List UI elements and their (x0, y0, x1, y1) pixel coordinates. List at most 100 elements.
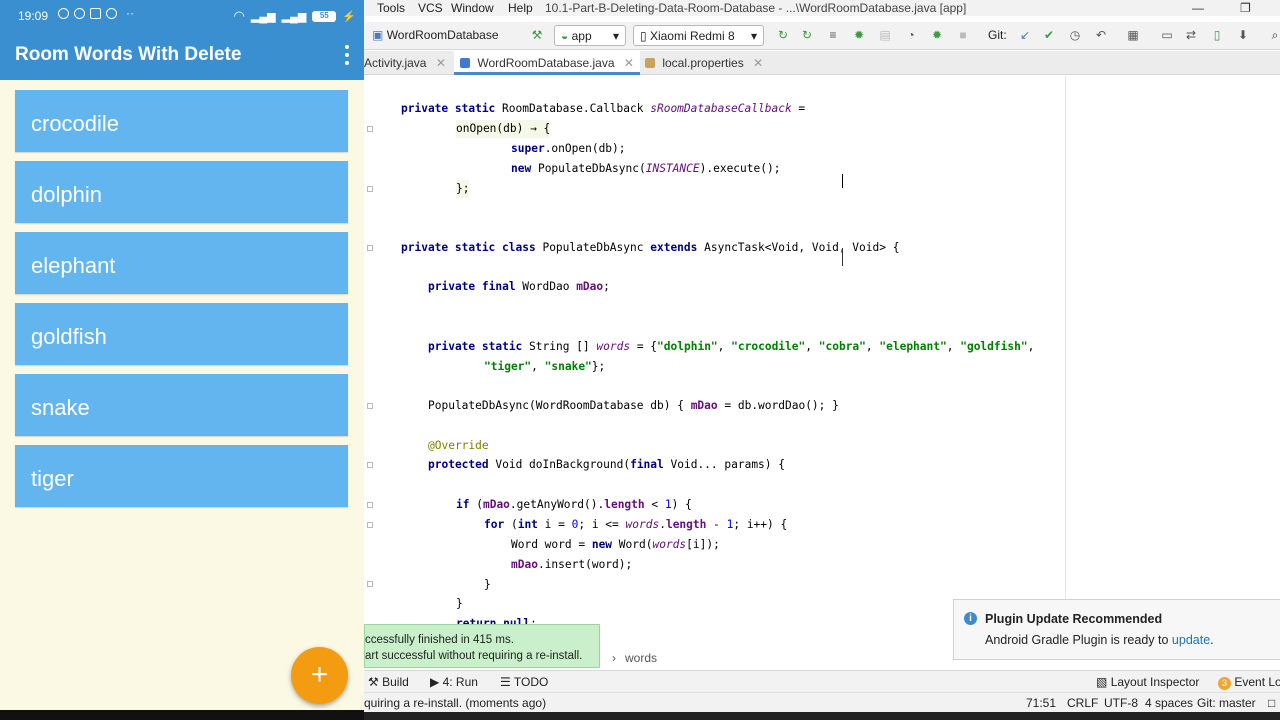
run-tool-button[interactable]: ▶ 4: Run (430, 675, 478, 689)
list-icon: ☰ (500, 675, 511, 689)
device-file-explorer-icon[interactable]: ▭ (1160, 28, 1174, 42)
apply-changes-restart-icon[interactable]: ↻ (776, 28, 790, 42)
caret-position[interactable]: 71:51 (1026, 696, 1056, 710)
word-list-item[interactable]: goldfish (15, 303, 348, 365)
fold-marker-icon[interactable] (367, 245, 373, 251)
menu-tools[interactable]: Tools (377, 1, 405, 15)
word-list-item[interactable]: tiger (15, 445, 348, 507)
run-config-select[interactable]: ◒ app ▾ (554, 25, 626, 46)
hammer-build-icon[interactable]: ⚒ (530, 28, 544, 42)
device-select[interactable]: ▯ Xiaomi Redmi 8 ▾ (633, 25, 764, 46)
profile-icon[interactable]: ◔ (904, 28, 918, 42)
word-list-item[interactable]: snake (15, 374, 348, 436)
tab-local-properties[interactable]: local.properties ✕ (639, 51, 769, 75)
add-word-fab[interactable]: + (291, 647, 348, 704)
editor-breadcrumb: › words (600, 648, 953, 668)
git-rollback-icon[interactable]: ↶ (1094, 28, 1108, 42)
sync-gradle-icon[interactable]: ⇄ (1184, 28, 1198, 42)
overflow-menu-icon[interactable] (344, 45, 350, 65)
menu-bar: Tools VCS Window Help 10.1-Part-B-Deleti… (364, 0, 1280, 16)
fold-marker-icon[interactable] (367, 403, 373, 409)
git-commit-icon[interactable]: ✔ (1042, 28, 1056, 42)
plugin-update-title: Plugin Update Recommended (985, 612, 1163, 626)
sync-notification-icon (106, 8, 117, 19)
right-margin-guide (1065, 76, 1066, 646)
debug-icon[interactable]: ✹ (852, 28, 866, 42)
fold-marker-icon[interactable] (367, 502, 373, 508)
run-popup-line: ccessfully finished in 415 ms. (365, 634, 514, 646)
line-separator[interactable]: CRLF (1067, 696, 1098, 710)
git-update-icon[interactable]: ↙ (1018, 28, 1032, 42)
more-notifications-indicator: ·· (126, 6, 134, 20)
stop-icon[interactable]: ■ (956, 28, 970, 42)
word-list-item[interactable]: dolphin (15, 161, 348, 223)
folder-icon: ▣ (372, 28, 384, 42)
fold-marker-icon[interactable] (367, 581, 373, 587)
code-editor[interactable]: private static RoomDatabase.Callback sRo… (364, 76, 1280, 646)
search-icon[interactable]: ⌕ (1268, 28, 1280, 42)
close-icon[interactable]: ✕ (436, 56, 446, 70)
phone-icon: ▯ (640, 29, 647, 43)
code-line: mDao.insert(word); (511, 558, 633, 571)
avd-manager-icon[interactable]: ▯ (1210, 28, 1224, 42)
code-line: Word word = new Word(words[i]); (511, 538, 720, 551)
toolbar-breadcrumb[interactable]: ▣ WordRoomDatabase (372, 28, 499, 42)
git-branch[interactable]: Git: master (1197, 696, 1256, 710)
git-history-icon[interactable]: ◷ (1068, 28, 1082, 42)
taskbar-strip (364, 712, 1280, 720)
tab-label: WordRoomDatabase.java (477, 56, 615, 70)
fold-marker-icon[interactable] (367, 126, 373, 132)
build-tool-button[interactable]: ⚒ Build (368, 675, 409, 689)
window-title: 10.1-Part-B-Deleting-Data-Room-Database … (545, 1, 967, 15)
event-log-badge: 3 (1218, 677, 1231, 690)
attach-debugger-icon[interactable]: ▤ (878, 28, 892, 42)
code-line: protected Void doInBackground(final Void… (428, 458, 786, 471)
wifi-icon: ◠ (233, 8, 245, 23)
attach-process-icon[interactable]: ✹ (930, 28, 944, 42)
code-line: } (456, 597, 463, 610)
tab-word-room-database[interactable]: WordRoomDatabase.java ✕ (454, 51, 640, 75)
word-list-item[interactable]: crocodile (15, 90, 348, 152)
java-class-icon (460, 58, 470, 68)
signal-icon: ▂▄▆ (250, 10, 276, 23)
code-line: super.onOpen(db); (511, 142, 626, 155)
phone-status-bar: 19:09 ·· ◠ ▂▄▆ ▂▄▆ 55 ⚡ (0, 0, 364, 30)
run-list-icon[interactable]: ≡ (826, 28, 840, 42)
menu-window[interactable]: Window (451, 1, 494, 15)
tab-activity[interactable]: Activity.java ✕ (364, 51, 452, 75)
code-line: } (484, 578, 491, 591)
layout-inspector-button[interactable]: ▧ Layout Inspector (1096, 675, 1199, 689)
indent-setting[interactable]: 4 spaces (1145, 696, 1193, 710)
todo-tool-button[interactable]: ☰ TODO (500, 675, 548, 689)
menu-help[interactable]: Help (508, 1, 533, 15)
apply-code-changes-icon[interactable]: ↻ (800, 28, 814, 42)
device-value: Xiaomi Redmi 8 (649, 29, 735, 43)
fold-marker-icon[interactable] (367, 462, 373, 468)
code-line: PopulateDbAsync(WordRoomDatabase db) { m… (428, 399, 839, 412)
status-message: quiring a re-install. (moments ago) (364, 696, 547, 710)
android-icon: ◒ (561, 29, 569, 43)
update-link[interactable]: update (1172, 633, 1210, 647)
i-beam-cursor-icon (842, 248, 848, 266)
close-icon[interactable]: ✕ (624, 56, 634, 70)
editor-tab-bar: Activity.java ✕ WordRoomDatabase.java ✕ … (364, 51, 1280, 75)
git-label: Git: (988, 28, 1007, 42)
event-log-button[interactable]: 3 Event Log (1218, 675, 1280, 690)
code-line: new PopulateDbAsync(INSTANCE).execute(); (511, 162, 781, 175)
word-list-item[interactable]: elephant (15, 232, 348, 294)
lock-icon[interactable]: □ (1268, 696, 1275, 710)
close-icon[interactable]: ✕ (753, 56, 763, 70)
fold-marker-icon[interactable] (367, 186, 373, 192)
fold-marker-icon[interactable] (367, 522, 373, 528)
sdk-manager-icon[interactable]: ⬇ (1236, 28, 1250, 42)
inspector-icon: ▧ (1096, 675, 1108, 689)
project-structure-icon[interactable]: ▦ (1126, 28, 1140, 42)
file-encoding[interactable]: UTF-8 (1104, 696, 1138, 710)
restore-icon[interactable]: ❐ (1240, 1, 1251, 15)
minimize-icon[interactable]: — (1192, 1, 1204, 15)
menu-vcs[interactable]: VCS (418, 1, 443, 15)
code-line: onOpen(db) → { (456, 120, 551, 138)
breadcrumb-item[interactable]: words (625, 651, 657, 665)
signal-icon-2: ▂▄▆ (281, 10, 307, 23)
app-bar: Room Words With Delete (0, 30, 364, 80)
